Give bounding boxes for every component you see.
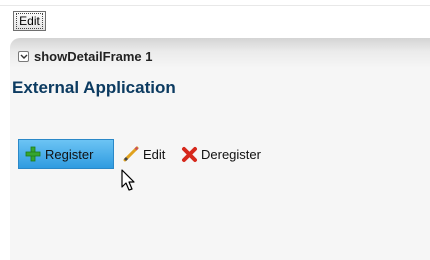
edit-label: Edit (143, 146, 166, 162)
page-edit-label: Edit (16, 13, 43, 29)
page-edit-button[interactable]: Edit (13, 11, 46, 31)
plus-icon (25, 146, 41, 162)
chevron-down-icon[interactable] (18, 51, 29, 62)
deregister-button[interactable]: Deregister (181, 145, 261, 163)
mouse-pointer-icon (121, 169, 135, 191)
deregister-label: Deregister (201, 146, 261, 162)
red-x-icon (182, 146, 197, 162)
register-label: Register (45, 146, 94, 162)
pencil-icon (123, 146, 139, 162)
page-title: External Application (12, 78, 176, 97)
register-button[interactable]: Register (18, 139, 114, 169)
show-detail-frame: showDetailFrame 1 External Application R… (10, 38, 430, 260)
frame-title: showDetailFrame 1 (34, 49, 153, 64)
edit-button[interactable]: Edit (122, 145, 165, 163)
top-toolbar: Edit (0, 0, 430, 38)
toolbar-divider (0, 5, 430, 6)
frame-header: showDetailFrame 1 (10, 38, 430, 68)
